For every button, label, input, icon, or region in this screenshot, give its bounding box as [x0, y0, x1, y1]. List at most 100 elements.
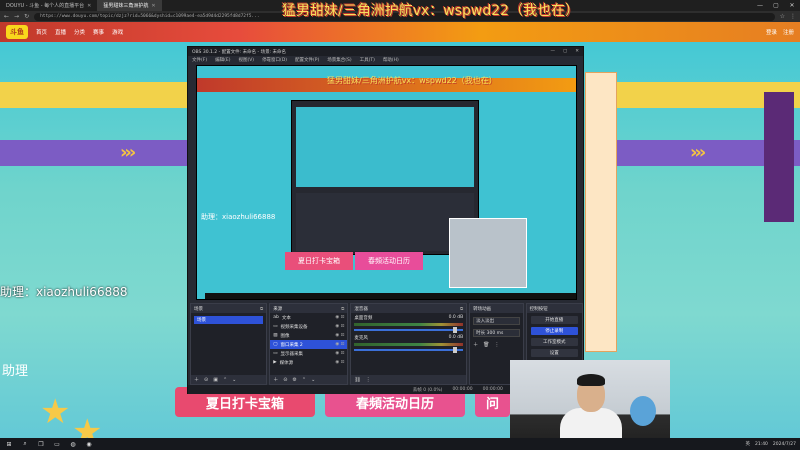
reload-icon[interactable]: ↻	[24, 13, 29, 20]
remove-icon[interactable]: 🗑	[483, 342, 489, 348]
image-icon: ▨	[273, 333, 278, 338]
preview-banner: 夏日打卡宝箱	[285, 252, 353, 270]
tab-label: DOUYU - 斗鱼 - 每个人的直播平台	[6, 3, 85, 9]
nav-item[interactable]: 分类	[74, 28, 85, 36]
channel-name: 麦克风	[354, 336, 368, 341]
duration-input[interactable]: 时长 300 ms	[473, 329, 520, 337]
source-label: 窗口采集 2	[280, 342, 303, 348]
volume-slider[interactable]	[354, 327, 464, 333]
transition-select[interactable]: 淡入淡出	[473, 317, 520, 325]
close-window-button[interactable]: ✕	[575, 49, 579, 54]
visibility-lock-icons[interactable]: ◉ ⊡	[335, 333, 344, 338]
filter-icon[interactable]: ▣	[213, 377, 218, 383]
obs-title-bar: OBS 30.1.2 - 配置文件: 未命名 - 场景: 未命名 — ▢ ✕	[188, 47, 583, 56]
menu-view[interactable]: 视图(V)	[238, 57, 254, 63]
scene-item[interactable]: 场景	[194, 316, 264, 324]
nav-item[interactable]: 直播	[55, 28, 66, 36]
minimize-button[interactable]: —	[752, 2, 768, 9]
link-icon[interactable]: ⛓	[354, 377, 360, 383]
source-item[interactable]: ▨ 图像 ◉ ⊡	[270, 331, 347, 340]
tab-label: 猛男甜妹三角洲护航	[103, 3, 149, 9]
more-icon[interactable]: ⋮	[366, 377, 371, 383]
task-view-icon[interactable]: ❐	[36, 440, 46, 449]
menu-tools[interactable]: 工具(T)	[360, 57, 375, 63]
browser-tab[interactable]: DOUYU - 斗鱼 - 每个人的直播平台 ✕	[0, 0, 97, 11]
source-label: 图像	[280, 333, 290, 339]
menu-icon[interactable]: ⋮	[790, 13, 796, 20]
menu-profile[interactable]: 配置文件(P)	[295, 57, 319, 63]
clock-time[interactable]: 21:40	[755, 442, 768, 447]
stop-recording-button[interactable]: 停止录制	[530, 327, 578, 335]
preview-taskbar	[205, 293, 576, 299]
dock-header: 场景 ⧉	[191, 304, 267, 313]
volume-slider[interactable]	[354, 347, 464, 353]
window-icon: ▢	[273, 342, 278, 347]
up-icon[interactable]: ⌃	[302, 377, 306, 383]
source-item[interactable]: ▶ 媒体源 ◉ ⊡	[270, 358, 347, 367]
down-icon[interactable]: ⌄	[311, 377, 315, 383]
source-item-selected[interactable]: ▢ 窗口采集 2 ◉ ⊡	[270, 340, 348, 349]
nav-item[interactable]: 赛事	[93, 28, 104, 36]
file-explorer-icon[interactable]: ▭	[52, 440, 62, 449]
star-icon[interactable]: ☆	[780, 13, 785, 20]
obs-window: OBS 30.1.2 - 配置文件: 未命名 - 场景: 未命名 — ▢ ✕ 文…	[187, 46, 585, 394]
visibility-lock-icons[interactable]: ◉ ⊡	[335, 342, 344, 347]
settings-button[interactable]: 设置	[530, 349, 578, 357]
up-icon[interactable]: ⌃	[223, 377, 227, 383]
preview-banner: 春頻活动日历	[355, 252, 423, 270]
windows-start-icon[interactable]: ⊞	[4, 440, 14, 449]
register-link[interactable]: 注册	[783, 28, 794, 36]
menu-help[interactable]: 帮助(H)	[383, 57, 399, 63]
dock-header: 控制按钮	[526, 304, 582, 313]
preview-webcam	[449, 218, 527, 288]
browser-tab-active[interactable]: 猛男甜妹三角洲护航 ✕	[97, 0, 162, 11]
maximize-button[interactable]: ▢	[768, 2, 784, 9]
source-label: 文本	[281, 315, 291, 321]
visibility-lock-icons[interactable]: ◉ ⊡	[335, 351, 344, 356]
search-icon[interactable]: ⌕	[20, 440, 30, 449]
menu-scene-collection[interactable]: 场景集合(S)	[327, 57, 351, 63]
add-icon[interactable]: ＋	[473, 341, 478, 348]
visibility-lock-icons[interactable]: ◉ ⊡	[335, 315, 344, 320]
site-logo[interactable]: 斗鱼	[6, 25, 28, 39]
close-icon[interactable]: ✕	[151, 3, 155, 9]
preview-overlay-title: 猛男甜妹/三角洲护航vx：wspwd22（我也在）	[327, 76, 497, 85]
dock-options-icon[interactable]: ⧉	[260, 306, 263, 312]
back-icon[interactable]: ←	[4, 13, 9, 20]
remove-icon[interactable]: ⊝	[204, 377, 208, 383]
dock-options-icon[interactable]: ⧉	[460, 306, 463, 312]
source-item[interactable]: ▭ 显示器采集 ◉ ⊡	[270, 349, 347, 358]
obs-preview[interactable]: 猛男甜妹/三角洲护航vx：wspwd22（我也在） 助理：xiaozhuli66…	[196, 65, 577, 300]
close-icon[interactable]: ✕	[87, 3, 91, 9]
login-link[interactable]: 登录	[766, 28, 777, 36]
source-label: 视频采集设备	[280, 324, 308, 330]
add-icon[interactable]: ＋	[273, 376, 278, 383]
menu-docks[interactable]: 停靠窗口(D)	[262, 57, 287, 63]
remove-icon[interactable]: ⊝	[283, 377, 287, 383]
source-item[interactable]: ▭ 视频采集设备 ◉ ⊡	[270, 322, 347, 331]
gear-icon[interactable]: ⚙	[292, 377, 296, 383]
dock-header: 转场动画	[470, 304, 523, 313]
obs-icon[interactable]: ◉	[84, 440, 94, 449]
media-icon: ▶	[273, 360, 277, 365]
down-icon[interactable]: ⌄	[232, 377, 236, 383]
clock-date[interactable]: 2024/7/27	[773, 442, 796, 447]
menu-edit[interactable]: 编辑(E)	[215, 57, 230, 63]
forward-icon[interactable]: →	[14, 13, 19, 20]
browser-icon[interactable]: ◍	[68, 440, 78, 449]
dock-options-icon[interactable]: ⧉	[341, 306, 344, 312]
maximize-button[interactable]: ▢	[563, 49, 567, 54]
studio-mode-button[interactable]: 工作室模式	[530, 338, 578, 346]
visibility-lock-icons[interactable]: ◉ ⊡	[335, 360, 344, 365]
menu-file[interactable]: 文件(F)	[192, 57, 207, 63]
source-item[interactable]: ab 文本 ◉ ⊡	[270, 313, 347, 322]
nav-item[interactable]: 游戏	[112, 28, 123, 36]
visibility-lock-icons[interactable]: ◉ ⊡	[335, 324, 344, 329]
minimize-button[interactable]: —	[550, 49, 555, 54]
more-icon[interactable]: ⋮	[495, 342, 500, 348]
ime-indicator[interactable]: 英	[745, 441, 750, 447]
start-streaming-button[interactable]: 开始直播	[530, 316, 578, 324]
close-window-button[interactable]: ✕	[784, 2, 800, 9]
nav-item[interactable]: 首页	[36, 28, 47, 36]
add-icon[interactable]: ＋	[194, 376, 199, 383]
